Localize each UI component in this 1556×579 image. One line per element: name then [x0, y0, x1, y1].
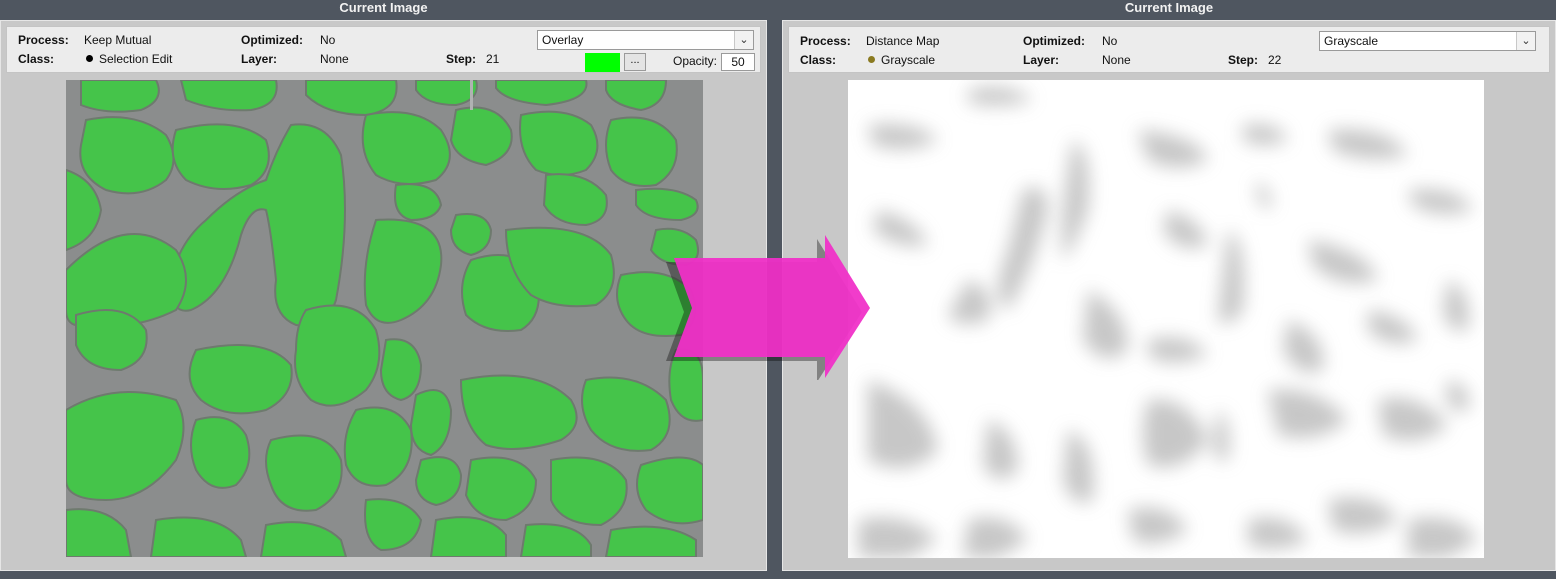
info-bar: Process: Distance Map Class: Grayscale O…: [788, 26, 1550, 73]
display-mode-select[interactable]: Grayscale ⌄: [1319, 31, 1536, 51]
process-value: Distance Map: [866, 34, 940, 48]
step-label: Step:: [1228, 53, 1258, 67]
overlay-image-canvas: [66, 80, 703, 557]
step-value: 22: [1268, 53, 1282, 67]
class-color-dot: [868, 56, 875, 63]
left-image-panel: Current Image Process: Keep Mutual Class…: [0, 0, 767, 571]
class-name: Grayscale: [881, 53, 936, 67]
optimized-label: Optimized:: [1023, 34, 1085, 48]
class-value: Grayscale: [868, 53, 935, 67]
info-bar: Process: Keep Mutual Class: Selection Ed…: [6, 26, 761, 73]
step-value: 21: [486, 52, 500, 66]
layer-label: Layer:: [241, 52, 278, 66]
opacity-label: Opacity:: [673, 54, 718, 68]
class-value: Selection Edit: [86, 52, 172, 66]
distance-map-canvas: [848, 80, 1484, 558]
right-image-panel: Current Image Process: Distance Map Clas…: [782, 0, 1556, 571]
process-label: Process:: [800, 34, 851, 48]
process-label: Process:: [18, 33, 69, 47]
color-picker-button[interactable]: ...: [624, 53, 646, 71]
image-frame: Process: Keep Mutual Class: Selection Ed…: [0, 20, 767, 571]
class-label: Class:: [800, 53, 837, 67]
class-label: Class:: [18, 52, 55, 66]
layer-value: None: [320, 52, 349, 66]
optimized-value: No: [320, 33, 336, 47]
display-mode-value: Overlay: [542, 33, 584, 47]
display-mode-select[interactable]: Overlay ⌄: [537, 30, 754, 50]
distance-map-image: [848, 80, 1484, 558]
overlay-image: [66, 80, 703, 557]
optimized-value: No: [1102, 34, 1118, 48]
layer-label: Layer:: [1023, 53, 1060, 67]
chevron-down-icon: ⌄: [1516, 32, 1535, 50]
layer-value: None: [1102, 53, 1131, 67]
chevron-down-icon: ⌄: [734, 31, 753, 49]
step-label: Step:: [446, 52, 476, 66]
panel-title: Current Image: [339, 0, 428, 15]
process-value: Keep Mutual: [84, 33, 152, 47]
overlay-color-swatch[interactable]: [585, 53, 620, 72]
arrow-right-icon: [666, 235, 870, 380]
image-frame: Process: Distance Map Class: Grayscale O…: [782, 20, 1556, 571]
opacity-input[interactable]: 50: [721, 53, 755, 71]
class-color-dot: [86, 55, 93, 62]
optimized-label: Optimized:: [241, 33, 303, 47]
display-mode-value: Grayscale: [1324, 34, 1379, 48]
panel-title: Current Image: [1124, 0, 1214, 15]
class-name: Selection Edit: [99, 52, 173, 66]
